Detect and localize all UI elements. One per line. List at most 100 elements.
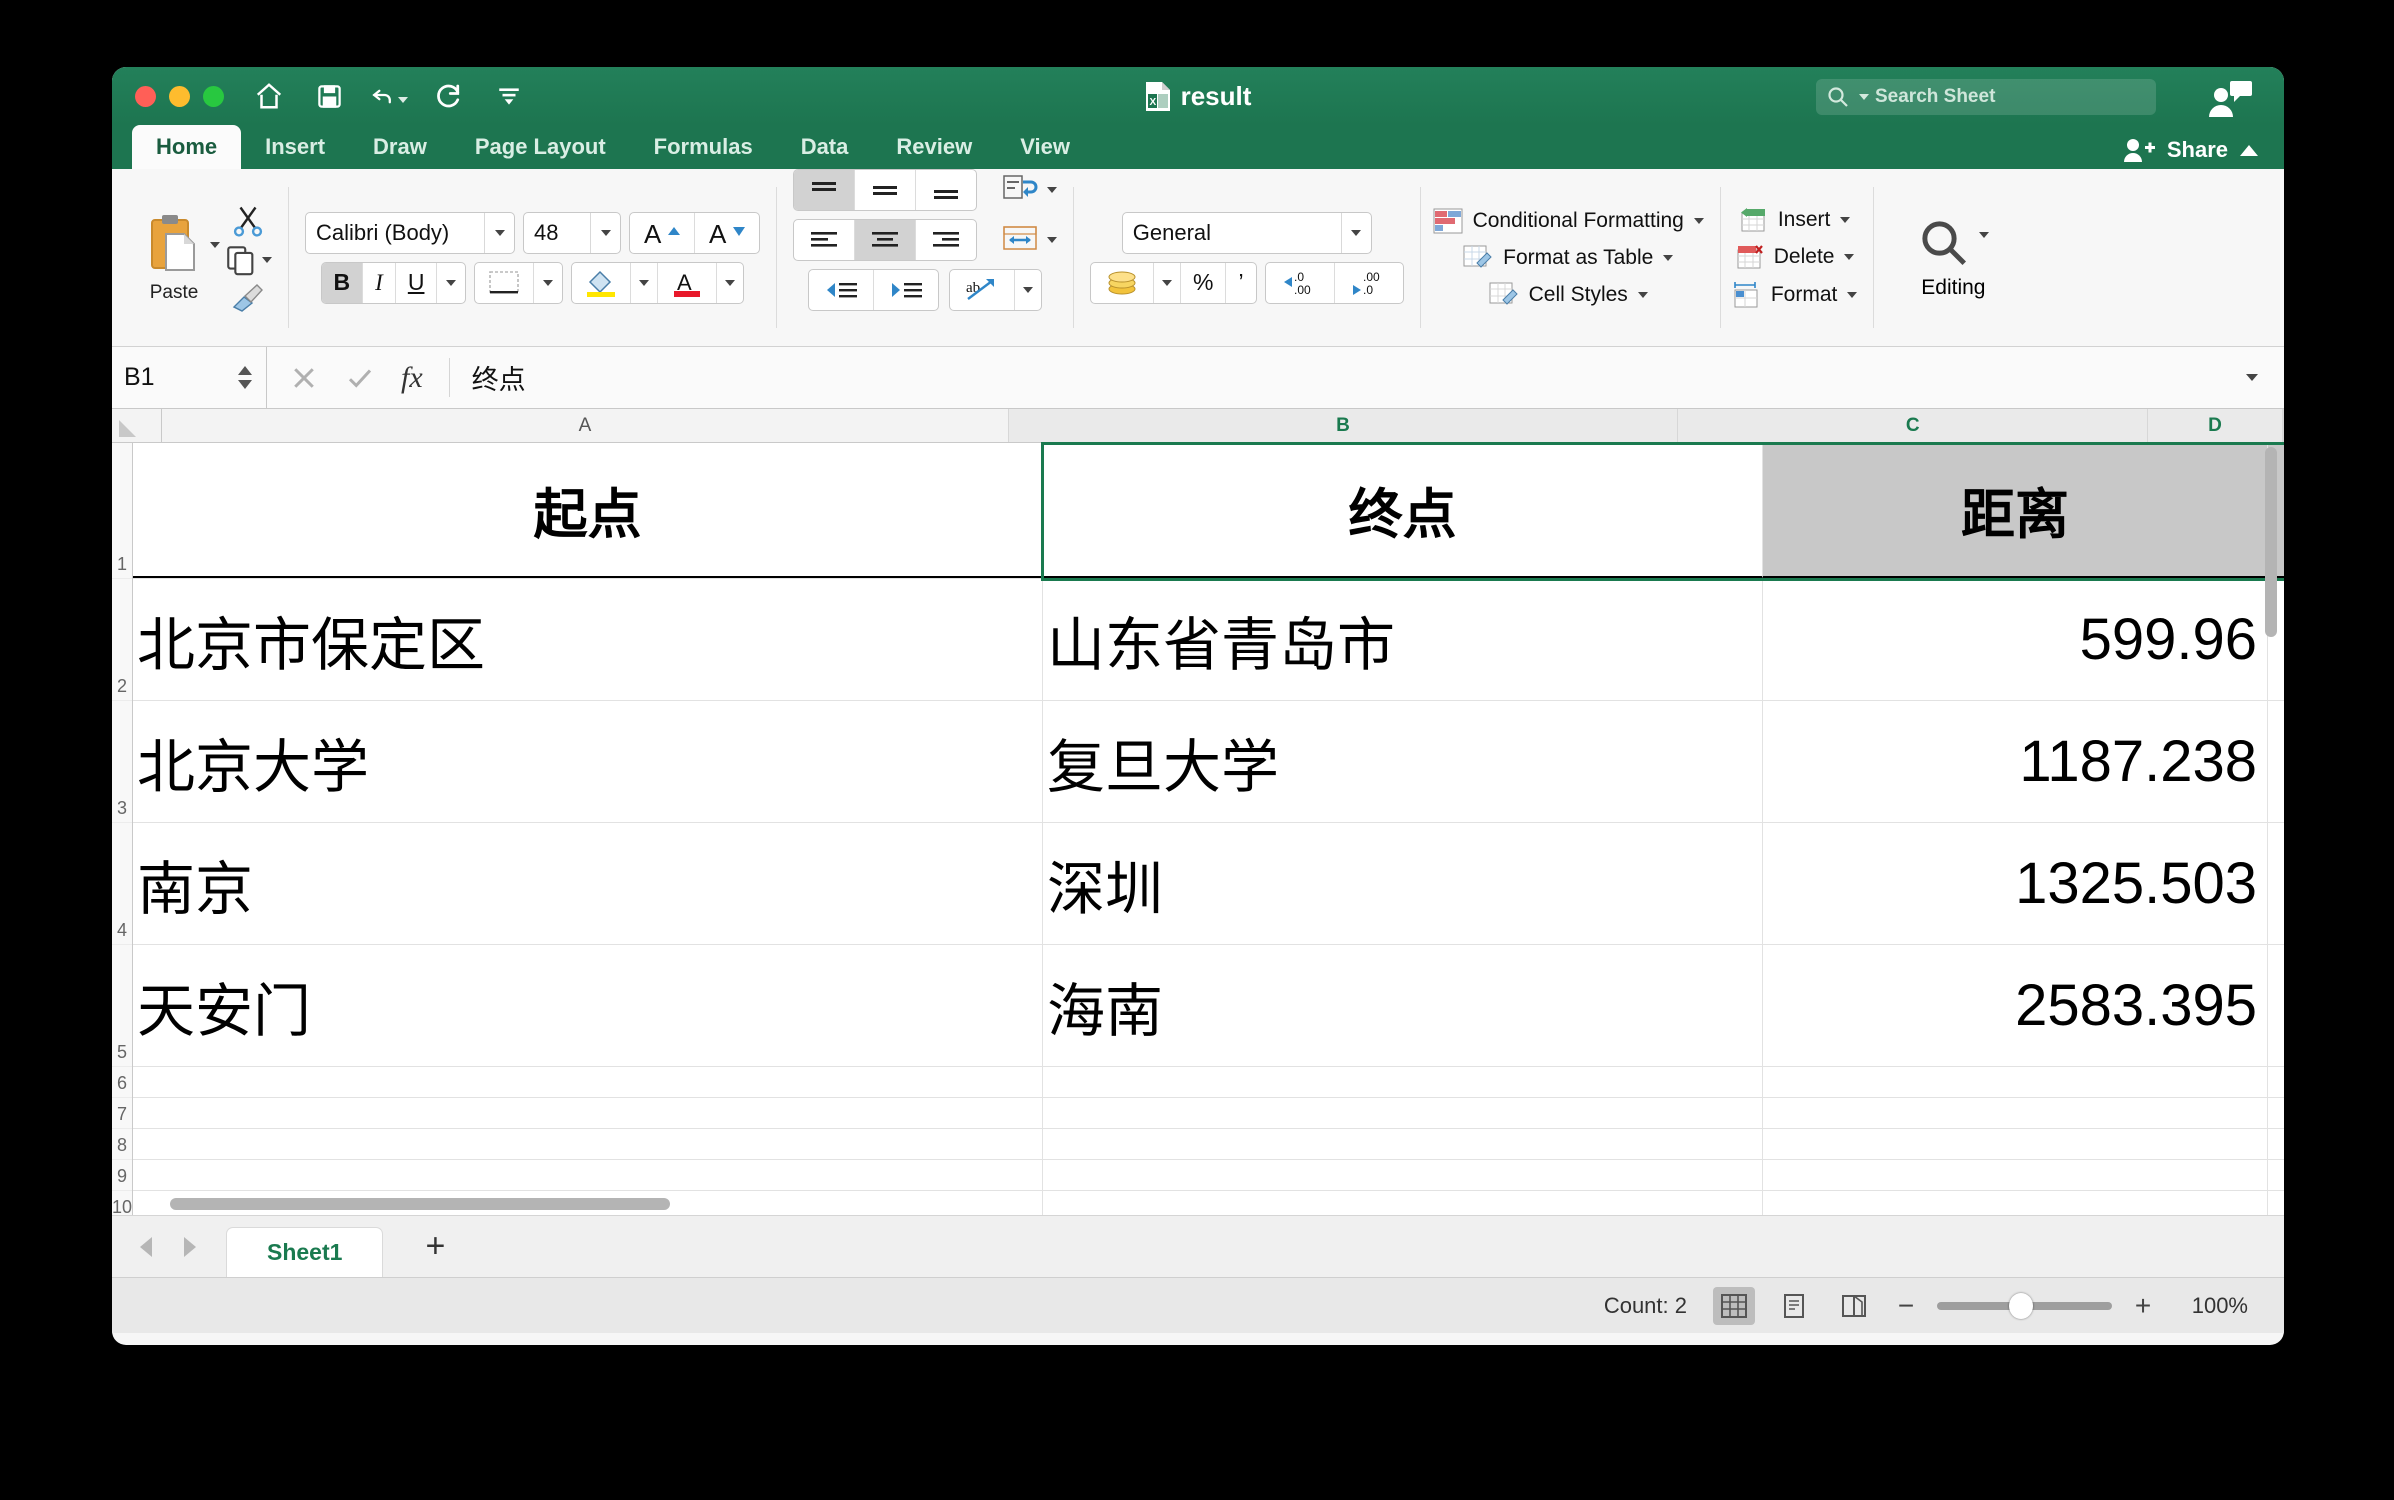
cell-a1[interactable]: 起点 [133, 443, 1043, 578]
borders-dropdown-icon[interactable] [534, 263, 562, 303]
cell-c8[interactable] [1763, 1129, 2268, 1159]
ribbon-group-editing[interactable]: Editing [1878, 169, 2028, 346]
cell-c6[interactable] [1763, 1067, 2268, 1097]
tab-formulas[interactable]: Formulas [630, 125, 777, 169]
align-center-button[interactable] [855, 220, 916, 260]
row-header-2[interactable]: 2 [112, 579, 132, 701]
vertical-scroll-thumb[interactable] [2265, 447, 2277, 637]
cell-b6[interactable] [1043, 1067, 1763, 1097]
column-header-c[interactable]: C [1678, 409, 2148, 442]
percent-format-button[interactable]: % [1181, 263, 1226, 303]
borders-button[interactable] [475, 263, 534, 303]
cell-c4[interactable]: 1325.503 [1763, 823, 2268, 944]
font-color-dropdown-icon[interactable] [717, 263, 743, 303]
tab-view[interactable]: View [996, 125, 1094, 169]
name-box-spinner-icon[interactable] [236, 365, 254, 390]
cell-c3[interactable]: 1187.238 [1763, 701, 2268, 822]
format-cells-button[interactable]: Format [1731, 281, 1858, 309]
align-right-button[interactable] [916, 220, 976, 260]
conditional-formatting-button[interactable]: Conditional Formatting [1433, 208, 1704, 234]
horizontal-scroll-thumb[interactable] [170, 1198, 670, 1210]
cell-styles-dropdown-icon[interactable] [1638, 292, 1648, 298]
editing-dropdown-icon[interactable] [1979, 232, 1989, 238]
row-header-5[interactable]: 5 [112, 945, 132, 1067]
zoom-out-button[interactable]: − [1893, 1290, 1919, 1322]
add-sheet-button[interactable]: + [413, 1227, 457, 1266]
decrease-indent-button[interactable] [809, 270, 874, 310]
text-orientation-button[interactable]: ab [950, 270, 1015, 310]
share-button[interactable]: Share [2167, 137, 2228, 163]
insert-cells-dropdown-icon[interactable] [1840, 217, 1850, 223]
decrease-decimal-button[interactable]: .00.0 [1335, 263, 1403, 303]
cell-c7[interactable] [1763, 1098, 2268, 1128]
font-size-select[interactable]: 48 [523, 212, 621, 254]
underline-dropdown-icon[interactable] [437, 263, 465, 303]
cell-b4[interactable]: 深圳 [1043, 823, 1763, 944]
cell-a3[interactable]: 北京大学 [133, 701, 1043, 822]
cell-d10[interactable] [2268, 1191, 2284, 1215]
merge-cells-button[interactable] [1001, 222, 1039, 259]
number-format-select[interactable]: General [1122, 212, 1372, 254]
cell-c9[interactable] [1763, 1160, 2268, 1190]
search-options-icon[interactable] [1859, 94, 1869, 100]
cancel-icon[interactable] [289, 363, 319, 393]
conditional-formatting-dropdown-icon[interactable] [1694, 218, 1704, 224]
row-header-1[interactable]: 1 [112, 443, 132, 579]
align-bottom-button[interactable] [916, 170, 976, 210]
currency-format-button[interactable] [1091, 263, 1154, 303]
number-format-dropdown-icon[interactable] [1341, 213, 1371, 253]
cell-a2[interactable]: 北京市保定区 [133, 579, 1043, 700]
increase-indent-button[interactable] [874, 270, 938, 310]
format-cells-dropdown-icon[interactable] [1847, 292, 1857, 298]
font-size-dropdown-icon[interactable] [590, 213, 620, 253]
cell-b2[interactable]: 山东省青岛市 [1043, 579, 1763, 700]
sheet-tab-sheet1[interactable]: Sheet1 [226, 1227, 383, 1277]
cell-b1[interactable]: 终点 [1043, 443, 1763, 578]
orientation-dropdown-icon[interactable] [1015, 270, 1041, 310]
row-header-9[interactable]: 9 [112, 1160, 132, 1191]
cell-b9[interactable] [1043, 1160, 1763, 1190]
tab-data[interactable]: Data [777, 125, 873, 169]
cell-c5[interactable]: 2583.395 [1763, 945, 2268, 1066]
wrap-text-button[interactable] [1001, 172, 1039, 209]
row-header-8[interactable]: 8 [112, 1129, 132, 1160]
cell-a5[interactable]: 天安门 [133, 945, 1043, 1066]
zoom-slider-knob[interactable] [2009, 1293, 2033, 1319]
row-header-6[interactable]: 6 [112, 1067, 132, 1098]
name-box[interactable]: B1 [112, 347, 267, 408]
cut-button[interactable] [230, 203, 266, 239]
cell-c1[interactable]: 距离 [1763, 443, 2268, 578]
cell-a4[interactable]: 南京 [133, 823, 1043, 944]
increase-font-size-button[interactable]: A [630, 213, 695, 253]
column-header-b[interactable]: B [1009, 409, 1679, 442]
align-middle-button[interactable] [855, 170, 916, 210]
fill-color-dropdown-icon[interactable] [631, 263, 658, 303]
copy-button[interactable] [224, 243, 272, 277]
vertical-scrollbar[interactable] [2262, 445, 2280, 1193]
delete-cells-dropdown-icon[interactable] [1844, 254, 1854, 260]
increase-decimal-button[interactable]: .0.00 [1266, 263, 1335, 303]
row-header-10[interactable]: 10 [112, 1191, 132, 1215]
font-color-button[interactable]: A [658, 263, 717, 303]
collapse-ribbon-icon[interactable] [2240, 145, 2258, 156]
cell-b7[interactable] [1043, 1098, 1763, 1128]
column-header-d[interactable]: D [2148, 409, 2283, 442]
cell-a6[interactable] [133, 1067, 1043, 1097]
paste-button[interactable]: Paste [124, 212, 224, 304]
cell-b5[interactable]: 海南 [1043, 945, 1763, 1066]
cell-b8[interactable] [1043, 1129, 1763, 1159]
select-all-corner[interactable] [112, 409, 162, 442]
delete-cells-button[interactable]: Delete [1734, 244, 1855, 270]
insert-function-icon[interactable]: fx [401, 361, 423, 395]
horizontal-scrollbar[interactable] [168, 1195, 2258, 1213]
bold-button[interactable]: B [322, 263, 364, 303]
row-header-4[interactable]: 4 [112, 823, 132, 945]
cell-a8[interactable] [133, 1129, 1043, 1159]
zoom-slider[interactable] [1937, 1302, 2112, 1310]
search-input[interactable]: Search Sheet [1816, 79, 2156, 115]
cell-a9[interactable] [133, 1160, 1043, 1190]
cell-b3[interactable]: 复旦大学 [1043, 701, 1763, 822]
currency-dropdown-icon[interactable] [1154, 263, 1181, 303]
format-painter-button[interactable] [230, 281, 266, 313]
align-left-button[interactable] [794, 220, 855, 260]
